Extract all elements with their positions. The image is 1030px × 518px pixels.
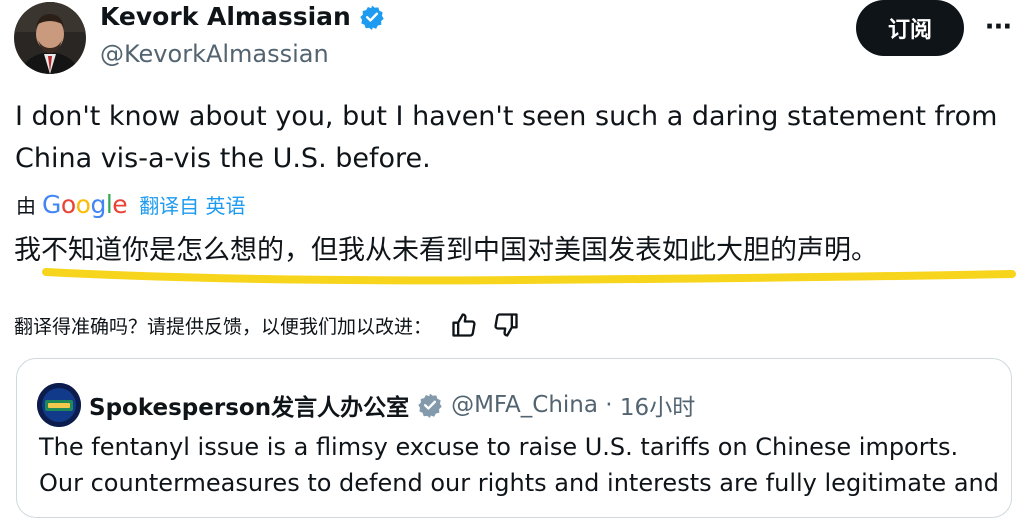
quoted-separator: · bbox=[597, 392, 620, 418]
translation-prefix: 由 bbox=[16, 193, 36, 218]
more-icon[interactable]: ··· bbox=[978, 12, 1018, 42]
translation-attribution: 由 Google 翻译自 英语 bbox=[16, 187, 246, 221]
government-badge-icon bbox=[417, 392, 443, 418]
feedback-prompt: 翻译得准确吗？请提供反馈，以便我们加以改进： bbox=[14, 315, 433, 338]
author-avatar[interactable] bbox=[14, 2, 86, 74]
google-logo: Google bbox=[42, 189, 128, 219]
quoted-header: Spokesperson发言人办公室 @MFA_China · 16小时 bbox=[89, 385, 695, 425]
thumbs-up-icon[interactable] bbox=[446, 308, 482, 342]
quoted-avatar[interactable] bbox=[37, 383, 81, 427]
translation-feedback: 翻译得准确吗？请提供反馈，以便我们加以改进： bbox=[14, 308, 524, 342]
quoted-tweet-card[interactable]: Spokesperson发言人办公室 @MFA_China · 16小时 The… bbox=[16, 358, 1012, 518]
quoted-handle[interactable]: @MFA_China bbox=[451, 392, 598, 418]
quoted-timestamp[interactable]: 16小时 bbox=[620, 388, 695, 422]
verified-badge-icon bbox=[359, 4, 385, 30]
author-name-row[interactable]: Kevork Almassian bbox=[100, 2, 385, 31]
translated-from-link[interactable]: 翻译自 英语 bbox=[139, 190, 245, 219]
author-name[interactable]: Kevork Almassian bbox=[100, 2, 351, 31]
author-handle[interactable]: @KevorkAlmassian bbox=[100, 40, 329, 68]
translated-text: 我不知道你是怎么想的，但我从未看到中国对美国发表如此大胆的声明。 bbox=[14, 235, 878, 266]
quoted-tweet-text: The fentanyl issue is a flimsy excuse to… bbox=[39, 433, 999, 497]
thumbs-down-icon[interactable] bbox=[488, 308, 524, 342]
tweet-text: I don't know about you, but I haven't se… bbox=[15, 101, 998, 174]
quoted-author-name[interactable]: Spokesperson发言人办公室 bbox=[89, 388, 409, 422]
subscribe-button[interactable]: 订阅 bbox=[856, 0, 964, 56]
